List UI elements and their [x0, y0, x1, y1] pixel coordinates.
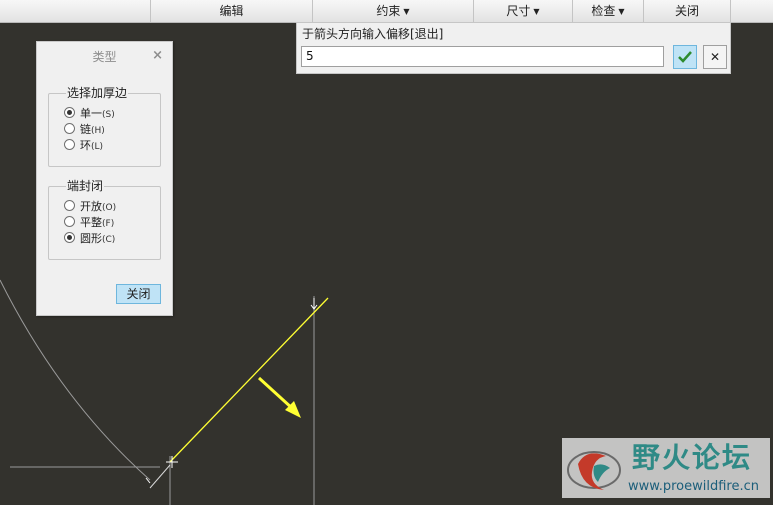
close-sketch-label: 关闭 — [674, 4, 699, 18]
forum-watermark: 野火论坛 www.proewildfire.cn — [562, 438, 770, 498]
end-cap-group: 端封闭 开放(O) 平整(F) 圆形(C) — [48, 178, 161, 260]
watermark-url: www.proewildfire.cn — [628, 479, 759, 494]
close-icon[interactable]: × — [152, 48, 163, 63]
hotkey-label: (H) — [91, 126, 105, 136]
dimension-menu-label: 尺寸 — [506, 4, 531, 18]
chevron-down-icon: ▼ — [533, 7, 540, 16]
radio-button-icon[interactable] — [64, 139, 75, 150]
sketch-toolbar: 编辑 约束 ▼ 尺寸 ▼ 检查 ▼ 关闭 — [0, 0, 773, 23]
edit-menu-label: 编辑 — [219, 4, 244, 18]
inspect-menu-label: 检查 — [591, 4, 616, 18]
radio-round[interactable]: 圆形(C) — [64, 232, 115, 246]
dimension-menu[interactable]: 尺寸 ▼ — [473, 0, 572, 22]
endpoint-marker-top — [310, 298, 318, 310]
constrain-menu-label: 约束 — [376, 4, 401, 18]
hotkey-label: (S) — [102, 110, 115, 120]
hotkey-label: (F) — [102, 219, 115, 229]
hotkey-label: (L) — [91, 142, 104, 152]
radio-button-icon[interactable] — [64, 107, 75, 118]
radio-button-icon[interactable] — [64, 123, 75, 134]
prompt-label: 于箭头方向输入偏移[退出] — [302, 27, 444, 41]
offset-value-input[interactable] — [301, 46, 664, 67]
option-label: 平整 — [80, 216, 102, 229]
thicken-edge-group: 选择加厚边 单一(S) 链(H) 环(L) — [48, 85, 161, 167]
option-label: 圆形 — [80, 232, 102, 245]
radio-open[interactable]: 开放(O) — [64, 200, 116, 214]
edge-extension-line — [149, 464, 171, 489]
radio-button-icon[interactable] — [64, 232, 75, 243]
close-sketch-button[interactable]: 关闭 — [643, 0, 731, 22]
hotkey-label: (C) — [102, 235, 116, 245]
option-label: 单一 — [80, 107, 102, 120]
hotkey-label: (O) — [102, 203, 117, 213]
selected-edge-line[interactable] — [169, 297, 329, 463]
endpoint-marker-bottom — [166, 456, 178, 468]
radio-button-icon[interactable] — [64, 216, 75, 227]
accept-button[interactable] — [673, 45, 697, 69]
inspect-menu[interactable]: 检查 ▼ — [572, 0, 643, 22]
radio-button-icon[interactable] — [64, 200, 75, 211]
radio-single[interactable]: 单一(S) — [64, 107, 115, 121]
group-title: 选择加厚边 — [66, 85, 129, 101]
dialog-close-button[interactable]: 关闭 — [116, 284, 161, 304]
edit-menu[interactable]: 编辑 — [150, 0, 312, 22]
radio-flat[interactable]: 平整(F) — [64, 216, 114, 230]
checkmark-icon — [678, 51, 692, 63]
chevron-down-icon: ▼ — [403, 7, 410, 16]
radio-chain[interactable]: 链(H) — [64, 123, 105, 137]
flame-logo-icon — [567, 451, 621, 490]
constrain-menu[interactable]: 约束 ▼ — [312, 0, 473, 22]
option-label: 开放 — [80, 200, 102, 213]
type-dialog: 类型 × 选择加厚边 单一(S) 链(H) 环(L) 端封闭 开放(O) 平整(… — [36, 41, 173, 316]
watermark-title: 野火论坛 — [632, 441, 753, 474]
option-label: 环 — [80, 139, 91, 152]
close-icon: ✕ — [709, 50, 721, 64]
cancel-button[interactable]: ✕ — [703, 45, 727, 69]
option-label: 链 — [80, 123, 91, 136]
offset-input-prompt: 于箭头方向输入偏移[退出] ✕ — [296, 22, 731, 74]
group-title: 端封闭 — [66, 178, 105, 194]
chevron-down-icon: ▼ — [618, 7, 625, 16]
radio-loop[interactable]: 环(L) — [64, 139, 103, 153]
offset-direction-arrow-shaft — [257, 376, 295, 411]
